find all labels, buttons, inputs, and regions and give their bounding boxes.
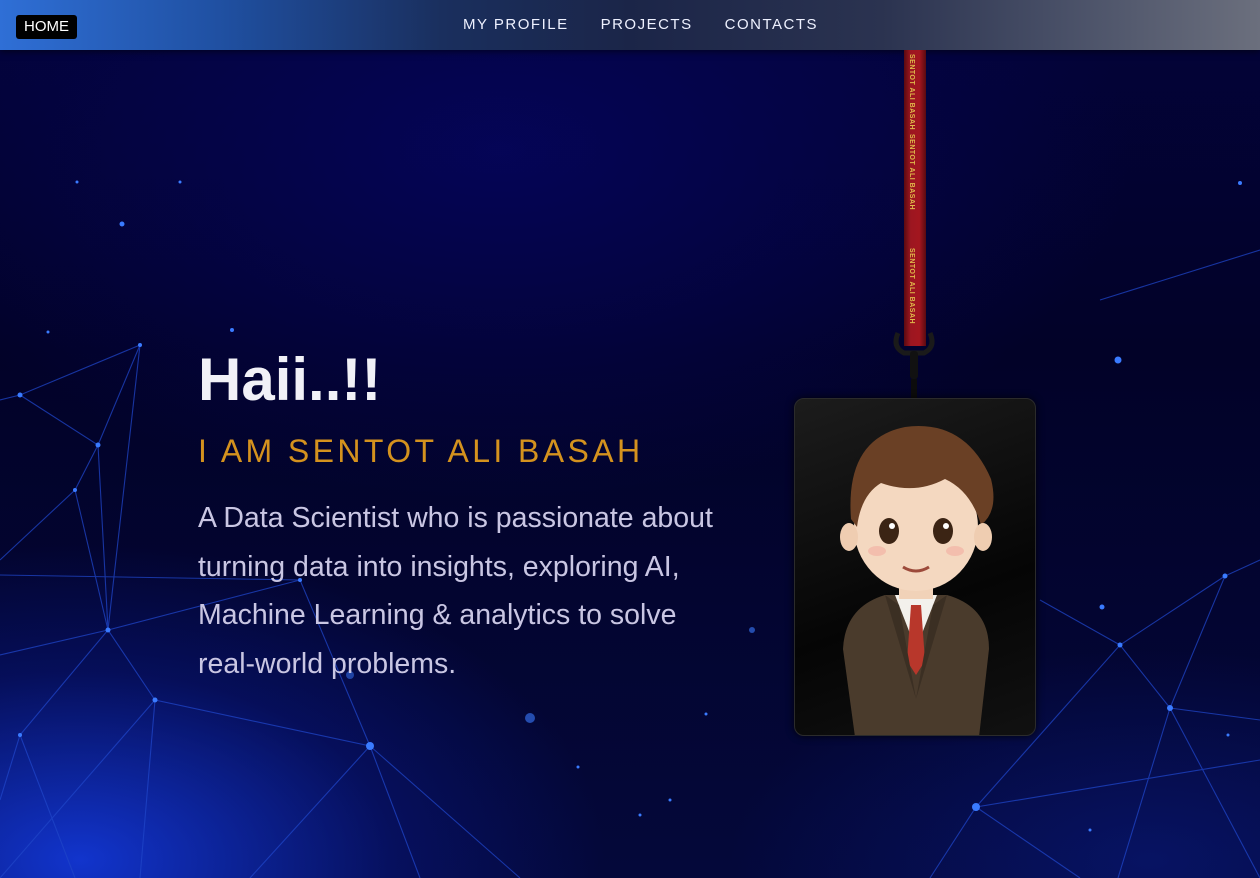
top-navbar: HOME MY PROFILE PROJECTS CONTACTS [0,0,1260,50]
hero-name: I AM SENTOT ALI BASAH [198,433,644,469]
hero-description: A Data Scientist who is passionate about… [198,502,713,680]
id-card [794,398,1036,736]
nav-link-projects[interactable]: PROJECTS [601,16,693,33]
nav-links: MY PROFILE PROJECTS CONTACTS [463,16,818,33]
hero-greeting: Haii..!! [198,346,382,413]
home-button[interactable]: HOME [16,15,77,39]
nav-link-contacts[interactable]: CONTACTS [725,16,818,33]
lanyard-text: SENTOT ALI BASAH [908,248,915,325]
lanyard-text: SENTOT ALI BASAH [908,54,915,131]
lanyard-text: SENTOT ALI BASAH [908,134,915,211]
avatar [840,426,994,735]
lanyard-strap: SENTOT ALI BASAH SENTOT ALI BASAH SENTOT… [904,50,926,346]
nav-link-my-profile[interactable]: MY PROFILE [463,16,569,33]
